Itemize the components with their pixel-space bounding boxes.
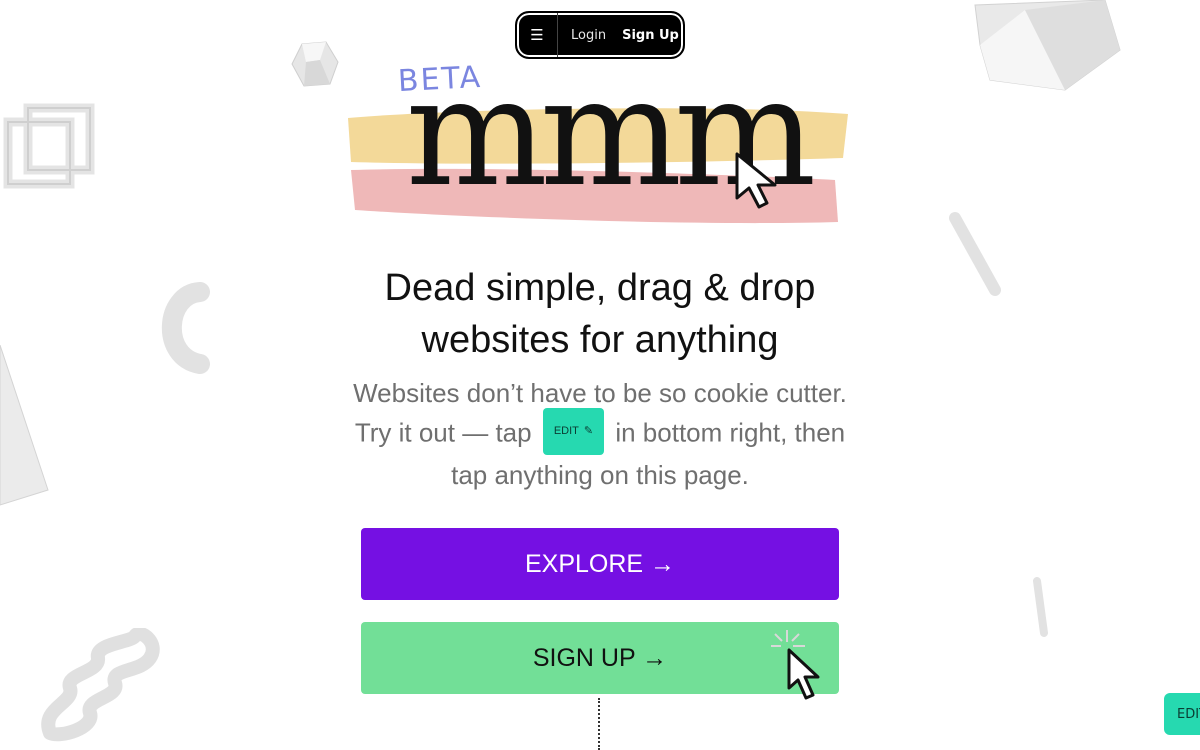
edit-button-label: EDIT: [1177, 706, 1200, 722]
spring-shape-icon: [41, 628, 160, 742]
explore-button[interactable]: EXPLORE →: [361, 528, 839, 600]
wire-cube-icon: [3, 103, 95, 189]
gem-shape-icon: [291, 41, 339, 87]
hero-subtext: Websites don’t have to be so cookie cutt…: [345, 376, 855, 493]
icosahedron-icon: [974, 0, 1121, 91]
arch-shape-icon: [161, 282, 210, 374]
hero-headline: Dead simple, drag & drop websites for an…: [300, 262, 900, 366]
login-link[interactable]: Login: [558, 28, 606, 43]
signup-link[interactable]: Sign Up: [606, 28, 679, 43]
pencil-icon: ✎: [583, 425, 594, 437]
inline-edit-chip: EDIT ✎: [542, 408, 605, 455]
edit-button[interactable]: EDIT: [1164, 693, 1200, 735]
signup-button-label: SIGN UP →: [532, 643, 668, 672]
pyramid-shape-icon: [0, 345, 49, 506]
headline-line-2: websites for anything: [421, 319, 779, 361]
edit-chip-label: EDIT: [553, 425, 579, 437]
headline-line-1: Dead simple, drag & drop: [384, 267, 816, 309]
cursor-arrow-icon: [735, 152, 777, 209]
scroll-dotted-line: [598, 698, 600, 750]
hamburger-icon: ☰: [530, 26, 544, 44]
stick-shape-icon: [949, 212, 1001, 296]
small-stick-icon: [1033, 577, 1048, 637]
click-cursor-icon: [771, 630, 820, 700]
explore-button-label: EXPLORE →: [524, 549, 676, 578]
